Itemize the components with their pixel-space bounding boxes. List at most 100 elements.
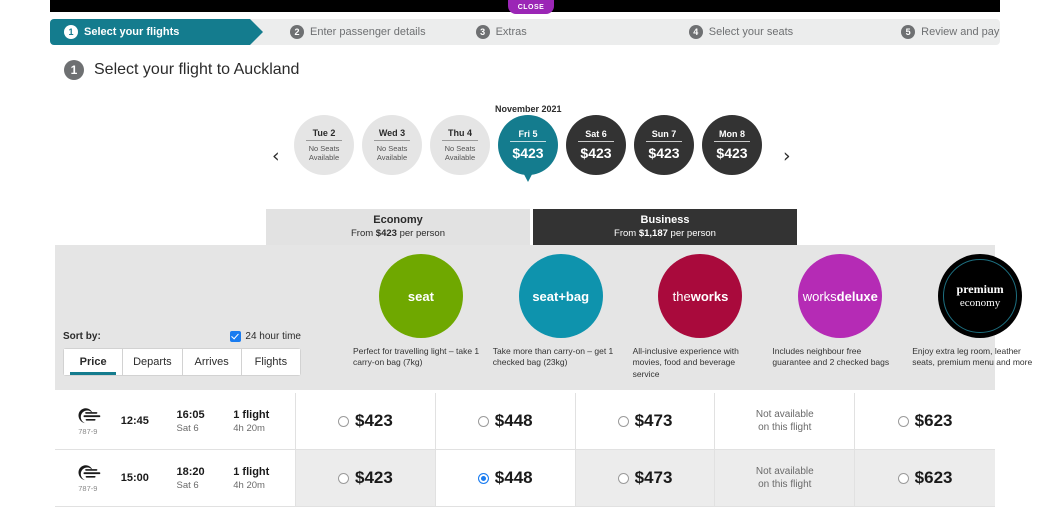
progress-step-2[interactable]: 2 Enter passenger details: [276, 19, 426, 45]
step-number: 5: [901, 25, 915, 39]
sort-tab-arrives[interactable]: Arrives: [183, 349, 242, 375]
date-day-label: Wed 3: [379, 128, 405, 138]
fare-name-light: the: [673, 289, 691, 304]
stops-count: 1 flight: [233, 466, 295, 478]
from-suffix: per person: [397, 228, 445, 239]
date-day-label: Sat 6: [585, 129, 607, 139]
tab-economy[interactable]: Economy From $423 per person: [266, 209, 530, 245]
checkbox-24-hour[interactable]: [230, 331, 241, 342]
fare-price: $423: [355, 468, 393, 488]
fare-price: $423: [355, 411, 393, 431]
flight-info-cell: 787-9 15:00 18:20 Sat 6 1 flight 4h 20m: [55, 450, 296, 506]
date-status-line1: No Seats: [309, 144, 340, 153]
fare-cell-theworks[interactable]: $473: [576, 393, 716, 449]
date-price: $423: [648, 145, 679, 161]
24-hour-toggle[interactable]: 24 hour time: [230, 331, 301, 342]
radio-button[interactable]: [898, 416, 909, 427]
sort-controls: Sort by: 24 hour time Price Departs Arri…: [63, 331, 301, 376]
date-option-thu-4[interactable]: Thu 4 No Seats Available: [430, 115, 490, 175]
fare-badge-seat-bag[interactable]: seat+bag: [519, 254, 603, 338]
departure-time: 12:45: [121, 415, 177, 427]
arrival-cell: 18:20 Sat 6: [176, 466, 233, 491]
date-option-wed-3[interactable]: Wed 3 No Seats Available: [362, 115, 422, 175]
date-divider: [646, 141, 682, 142]
radio-button[interactable]: [898, 473, 909, 484]
departure-time: 15:00: [121, 472, 177, 484]
flight-duration: 4h 20m: [233, 423, 295, 434]
fare-name-bold: works: [691, 289, 729, 304]
date-day-label: Tue 2: [313, 128, 336, 138]
fare-column-seat-bag: seat+bag Take more than carry-on – get 1…: [491, 245, 631, 390]
progress-step-3[interactable]: 3 Extras: [462, 19, 527, 45]
airline-logo-cell: 787-9: [55, 406, 121, 436]
fare-column-premium-economy: premium economy Enjoy extra leg room, le…: [910, 245, 1050, 390]
fare-cell-seat-bag[interactable]: $448: [436, 450, 576, 506]
cabin-class-tabs: Economy From $423 per person Business Fr…: [266, 209, 797, 245]
sort-tab-departs[interactable]: Departs: [123, 349, 182, 375]
date-price: $423: [512, 145, 543, 161]
tab-business[interactable]: Business From $1,187 per person: [533, 209, 797, 245]
progress-step-4[interactable]: 4 Select your seats: [675, 19, 793, 45]
date-day-label: Fri 5: [518, 129, 537, 139]
fare-price: $448: [495, 468, 533, 488]
unavailable-line2: on this flight: [758, 422, 811, 433]
cabin-name: Business: [641, 213, 690, 228]
page-title-number: 1: [64, 60, 84, 80]
date-option-sun-7[interactable]: Sun 7 $423: [634, 115, 694, 175]
date-day-label: Sun 7: [652, 129, 677, 139]
close-button[interactable]: CLOSE: [508, 0, 554, 14]
fare-cell-seat-bag[interactable]: $448: [436, 393, 576, 449]
sort-tab-price[interactable]: Price: [64, 349, 123, 375]
page-title: 1 Select your flight to Auckland: [64, 60, 299, 80]
date-option-mon-8[interactable]: Mon 8 $423: [702, 115, 762, 175]
step-label: Extras: [496, 26, 527, 38]
date-option-tue-2[interactable]: Tue 2 No Seats Available: [294, 115, 354, 175]
fare-badge-seat[interactable]: seat: [379, 254, 463, 338]
fare-cell-theworks[interactable]: $473: [576, 450, 716, 506]
fare-column-worksdeluxe: worksdeluxe Includes neighbour free guar…: [770, 245, 910, 390]
fare-cell-seat[interactable]: $423: [296, 450, 436, 506]
fare-name-bold: deluxe: [837, 289, 878, 304]
radio-button[interactable]: [618, 473, 629, 484]
fare-cell-seat[interactable]: $423: [296, 393, 436, 449]
fare-cell-premium-economy[interactable]: $623: [855, 450, 995, 506]
sort-header-row: Sort by: 24 hour time: [63, 331, 301, 342]
sort-tab-flights[interactable]: Flights: [242, 349, 300, 375]
fare-cell-worksdeluxe: Not available on this flight: [715, 393, 855, 449]
fare-badge-premium-economy[interactable]: premium economy: [938, 254, 1022, 338]
fare-name-light: works: [803, 289, 837, 304]
step-label: Review and pay: [921, 26, 999, 38]
fare-price: $623: [915, 468, 953, 488]
from-suffix: per person: [668, 228, 716, 239]
booking-page: CLOSE 1 Select your flights 2 Enter pass…: [0, 0, 1050, 529]
date-day-label: Mon 8: [719, 129, 745, 139]
radio-button[interactable]: [618, 416, 629, 427]
chevron-right-icon[interactable]: ›: [783, 147, 791, 166]
radio-button[interactable]: [478, 416, 489, 427]
fare-price: $623: [915, 411, 953, 431]
fare-column-seat: seat Perfect for travelling light – take…: [351, 245, 491, 390]
fare-badge-theworks[interactable]: theworks: [658, 254, 742, 338]
flight-duration: 4h 20m: [233, 480, 295, 491]
progress-step-1[interactable]: 1 Select your flights: [50, 19, 250, 45]
radio-button[interactable]: [338, 416, 349, 427]
fare-cell-premium-economy[interactable]: $623: [855, 393, 995, 449]
calendar-month-label: November 2021: [495, 104, 562, 114]
fare-name: premium economy: [957, 283, 1004, 308]
flight-results-table: 787-9 12:45 16:05 Sat 6 1 flight 4h 20m …: [55, 393, 995, 507]
date-option-sat-6[interactable]: Sat 6 $423: [566, 115, 626, 175]
unavailable-line1: Not available: [756, 466, 814, 477]
fare-badge-worksdeluxe[interactable]: worksdeluxe: [798, 254, 882, 338]
from-price-value: $423: [376, 228, 397, 239]
duration-cell: 1 flight 4h 20m: [233, 466, 295, 491]
date-option-fri-5[interactable]: Fri 5 $423: [498, 115, 558, 175]
radio-button[interactable]: [338, 473, 349, 484]
progress-step-5[interactable]: 5 Review and pay: [887, 19, 999, 45]
date-status-line2: Available: [377, 153, 407, 162]
date-list: Tue 2 No Seats Available Wed 3 No Seats …: [294, 115, 762, 175]
aircraft-type: 787-9: [78, 427, 97, 436]
date-status-line2: Available: [445, 153, 475, 162]
date-status-line1: No Seats: [445, 144, 476, 153]
radio-button-selected[interactable]: [478, 473, 489, 484]
chevron-left-icon[interactable]: ‹: [272, 147, 280, 166]
